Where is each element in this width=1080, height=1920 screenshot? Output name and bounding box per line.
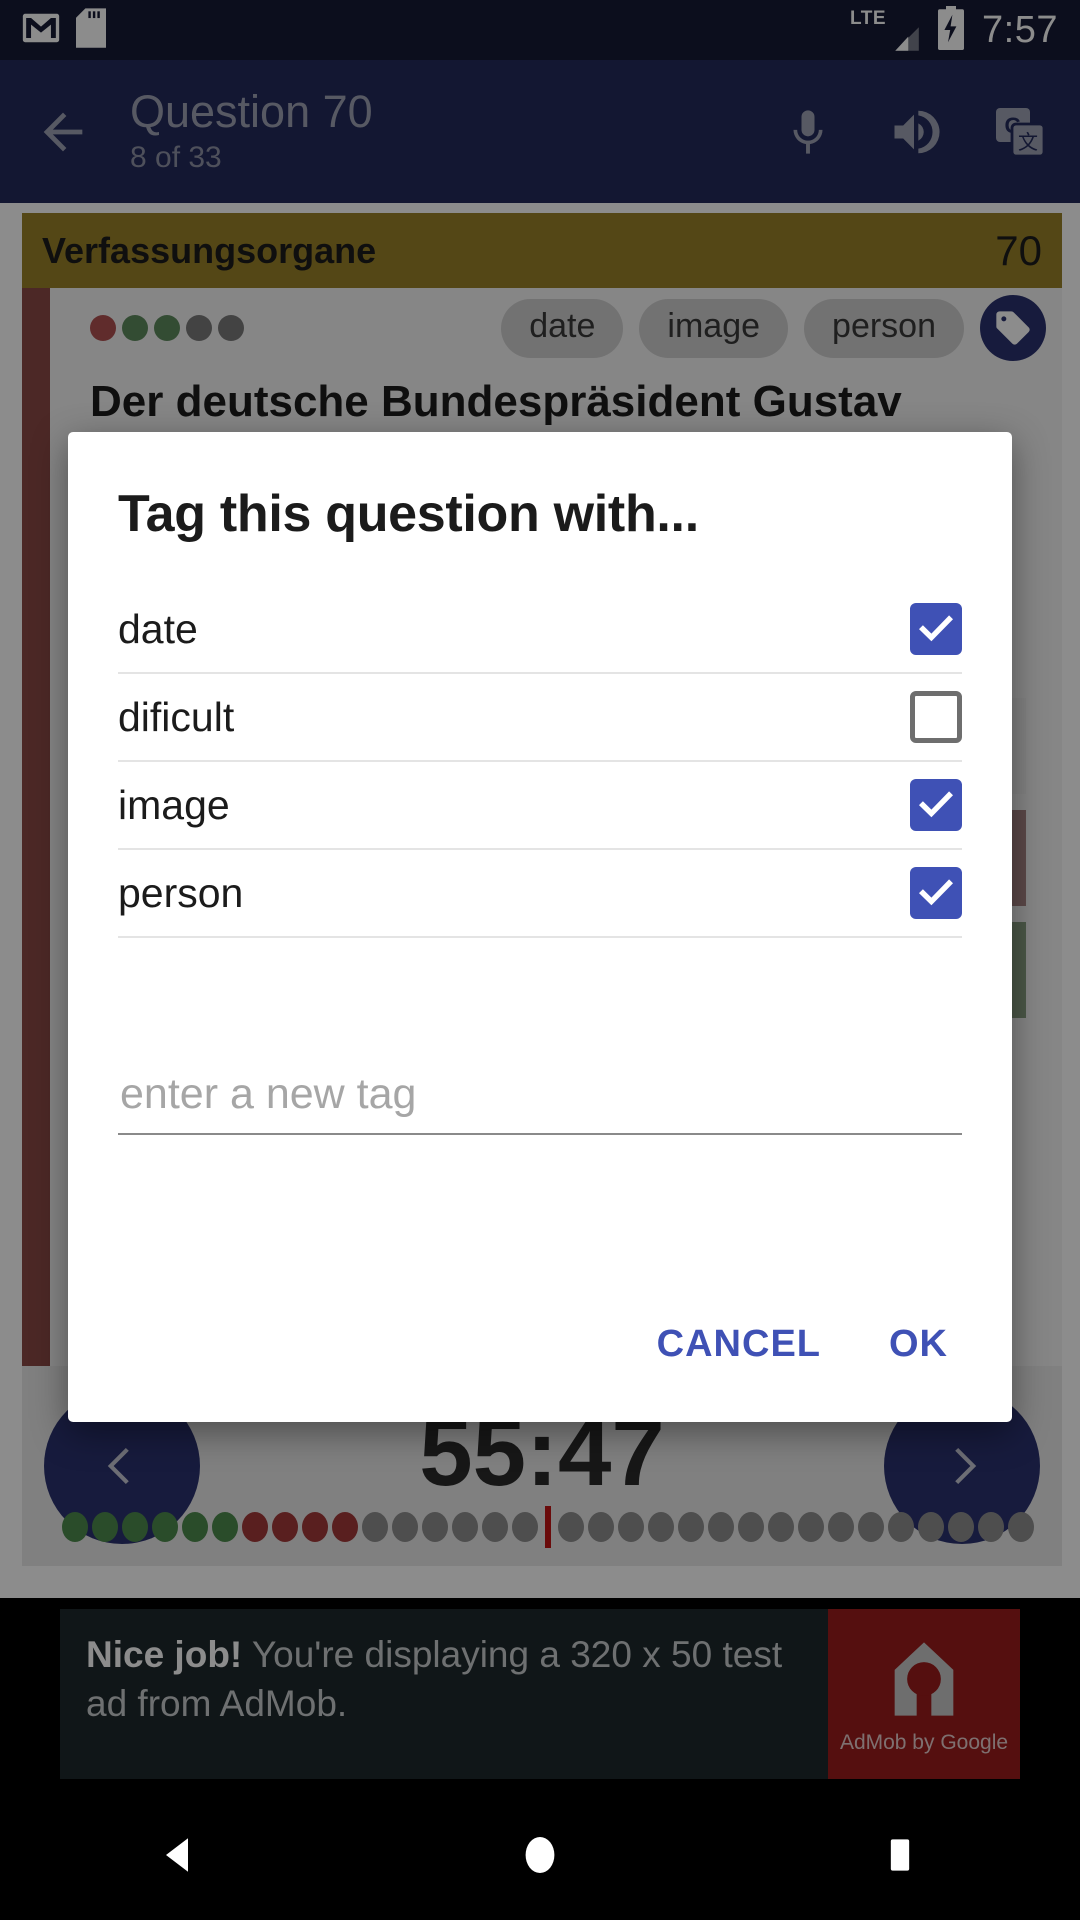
dialog-actions: CANCEL OK (68, 1305, 1012, 1422)
nav-home-icon[interactable] (480, 1810, 600, 1900)
cancel-button[interactable]: CANCEL (627, 1305, 851, 1384)
tag-row-image[interactable]: image (118, 762, 962, 850)
nav-back-icon[interactable] (120, 1810, 240, 1900)
tag-dialog: Tag this question with... date dificult … (68, 432, 1012, 1422)
tag-checkbox-image[interactable] (910, 779, 962, 831)
tag-label: person (118, 869, 244, 916)
new-tag-input[interactable] (118, 1070, 962, 1135)
ok-button[interactable]: OK (859, 1305, 978, 1384)
tag-checkbox-dificult[interactable] (910, 691, 962, 743)
tag-label: dificult (118, 693, 235, 740)
tag-row-person[interactable]: person (118, 850, 962, 938)
nav-recents-icon[interactable] (840, 1810, 960, 1900)
dialog-title: Tag this question with... (118, 485, 699, 543)
new-tag-field-wrapper (118, 1070, 962, 1135)
tag-label: date (118, 605, 198, 652)
tag-checkbox-person[interactable] (910, 867, 962, 919)
tag-row-date[interactable]: date (118, 586, 962, 674)
android-navigation-bar (0, 1790, 1080, 1920)
phone-screen: LTE 7:57 Question 70 8 of 33 文 Verfassun… (0, 0, 1080, 1920)
tag-checkbox-list: date dificult image person (68, 586, 1012, 938)
tag-label: image (118, 781, 230, 828)
tag-row-dificult[interactable]: dificult (118, 674, 962, 762)
tag-checkbox-date[interactable] (910, 603, 962, 655)
